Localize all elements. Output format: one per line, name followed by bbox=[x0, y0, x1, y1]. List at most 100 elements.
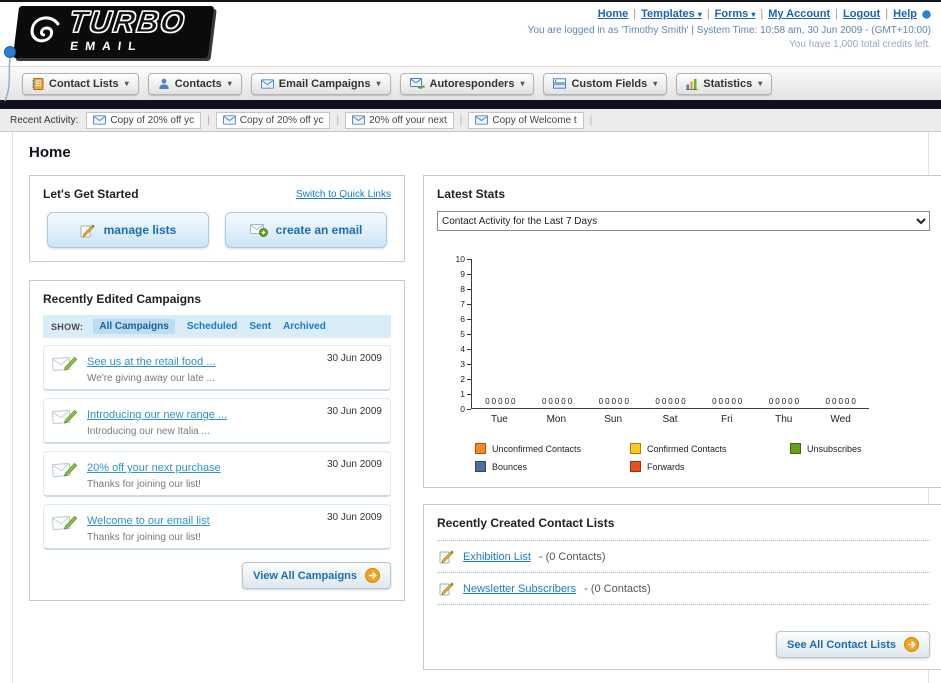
envelope-icon bbox=[260, 78, 274, 89]
logo-subtitle: EMAIL bbox=[69, 38, 144, 53]
chart-value-label: 0 bbox=[491, 397, 497, 406]
chart-value-label: 0 bbox=[548, 397, 553, 406]
chart-category-label: Sun bbox=[604, 414, 623, 425]
nav-tab-email-campaigns[interactable]: Email Campaigns ▾ bbox=[250, 72, 391, 95]
view-all-campaigns-label: View All Campaigns bbox=[253, 569, 357, 582]
chart-category-label: Mon bbox=[546, 414, 567, 425]
logo-text: TURBO EMAIL bbox=[65, 6, 189, 53]
switch-quick-links-link[interactable]: Switch to Quick Links bbox=[296, 189, 391, 200]
chart-group: 00000 bbox=[699, 397, 756, 406]
chart-value-label: 0 bbox=[605, 397, 610, 406]
contact-list-item: Newsletter Subscribers - (0 Contacts) bbox=[437, 573, 930, 605]
chart-value-label: 0 bbox=[681, 397, 686, 406]
nav-tab-label: Custom Fields bbox=[571, 77, 648, 90]
main-nav: Contact Lists ▾ Contacts ▾ Email Campaigns ▾ A… bbox=[0, 66, 941, 100]
legend-swatch bbox=[475, 461, 486, 472]
chart-value-label: 0 bbox=[661, 397, 667, 406]
nav-tab-statistics[interactable]: Statistics ▾ bbox=[676, 72, 773, 95]
campaign-filter-bar: SHOW: All Campaigns Scheduled Sent Archived bbox=[43, 315, 391, 338]
chevron-down-icon: ▾ bbox=[697, 10, 702, 19]
chart-group: 00000 bbox=[642, 397, 699, 406]
button-label: manage lists bbox=[103, 223, 177, 237]
recent-activity-item[interactable]: 20% off your next bbox=[345, 111, 454, 129]
nav-tab-label: Contact Lists bbox=[49, 77, 119, 90]
chart-value-label: 0 bbox=[788, 397, 793, 406]
recent-activity-item-label: 20% off your next bbox=[369, 114, 447, 126]
filter-scheduled[interactable]: Scheduled bbox=[187, 321, 238, 332]
create-an-email-button[interactable]: create an email bbox=[225, 212, 387, 248]
right-column: Latest Stats Contact Activity for the La… bbox=[423, 175, 941, 670]
campaign-list: See us at the retail food ... We're givin… bbox=[43, 345, 391, 550]
legend-item: Unconfirmed Contacts bbox=[475, 443, 630, 454]
contact-list-count: - (0 Contacts) bbox=[538, 550, 606, 563]
chart-value-groups: 00000000000000000000000000000000000 bbox=[472, 397, 869, 406]
nav-tab-custom-fields[interactable]: Custom Fields ▾ bbox=[543, 72, 668, 95]
arrow-circle-icon bbox=[904, 637, 919, 652]
chart-group: 00000 bbox=[756, 397, 813, 406]
chart-group: 00000 bbox=[812, 397, 869, 406]
contact-list-link[interactable]: Newsletter Subscribers bbox=[463, 583, 576, 595]
top-link-my-account[interactable]: My Account bbox=[768, 8, 830, 20]
credits-text: You have 1,000 total credits left. bbox=[789, 39, 931, 50]
filter-all-campaigns[interactable]: All Campaigns bbox=[93, 319, 175, 334]
top-link-forms[interactable]: Forms ▾ bbox=[715, 8, 756, 20]
chart-value-label: 0 bbox=[851, 397, 856, 406]
top-link-templates[interactable]: Templates ▾ bbox=[641, 8, 702, 20]
separator: | bbox=[633, 8, 637, 20]
latest-stats-title: Latest Stats bbox=[437, 187, 506, 201]
manage-lists-button[interactable]: manage lists bbox=[47, 212, 209, 248]
chevron-down-icon: ▾ bbox=[227, 79, 232, 88]
get-started-title: Let's Get Started bbox=[43, 187, 139, 201]
logo-title: TURBO bbox=[67, 6, 189, 40]
envelope-plus-icon bbox=[249, 223, 268, 237]
header-right: Home | Templates ▾ | Forms ▾ | My Account | Logo… bbox=[528, 5, 933, 50]
separator: | bbox=[207, 114, 210, 126]
campaign-filters: All Campaigns Scheduled Sent Archived bbox=[93, 319, 326, 334]
top-link-home[interactable]: Home bbox=[598, 8, 629, 20]
top-link-logout[interactable]: Logout bbox=[843, 8, 880, 20]
pencil-icon bbox=[439, 581, 455, 596]
chart-value-label: 0 bbox=[838, 397, 843, 406]
campaign-item: Introducing our new range ... Introducing… bbox=[43, 398, 391, 444]
chart-value-label: 0 bbox=[567, 397, 573, 406]
envelope-icon bbox=[475, 115, 489, 125]
recent-activity-item[interactable]: Copy of 20% off yc bbox=[86, 111, 202, 129]
stats-period-select[interactable]: Contact Activity for the Last 7 Days bbox=[437, 211, 930, 231]
chart-value-label: 0 bbox=[611, 397, 617, 406]
nav-tab-autoresponders[interactable]: Autoresponders ▾ bbox=[399, 72, 535, 95]
recent-activity-item[interactable]: Copy of 20% off yc bbox=[215, 111, 331, 129]
see-all-contact-lists-button[interactable]: See All Contact Lists bbox=[775, 631, 930, 658]
contact-list-items: Exhibition List - (0 Contacts) Newsletter … bbox=[437, 540, 930, 605]
arrow-circle-icon bbox=[365, 568, 380, 583]
envelope-pencil-icon bbox=[52, 353, 79, 374]
page-title: Home bbox=[29, 144, 71, 161]
contact-lists-title: Recently Created Contact Lists bbox=[437, 516, 615, 530]
chart-value-label: 0 bbox=[598, 397, 604, 406]
nav-tab-contacts[interactable]: Contacts ▾ bbox=[147, 72, 242, 95]
top-link-help[interactable]: Help bbox=[893, 8, 917, 20]
chart-value-label: 0 bbox=[668, 397, 673, 406]
filter-sent[interactable]: Sent bbox=[249, 321, 271, 332]
chart-value-label: 0 bbox=[541, 397, 547, 406]
campaign-title-link[interactable]: 20% off your next purchase bbox=[87, 462, 221, 474]
legend-label: Unsubscribes bbox=[807, 443, 862, 454]
contact-list-item: Exhibition List - (0 Contacts) bbox=[437, 540, 930, 573]
view-all-campaigns-button[interactable]: View All Campaigns bbox=[242, 562, 391, 589]
recent-activity-item-label: Copy of 20% off yc bbox=[239, 114, 324, 126]
campaign-item: See us at the retail food ... We're givin… bbox=[43, 345, 391, 391]
campaign-date: 30 Jun 2009 bbox=[326, 459, 382, 470]
swoosh-icon bbox=[26, 15, 62, 47]
campaign-title-link[interactable]: See us at the retail food ... bbox=[87, 356, 215, 368]
balloon-dot-icon bbox=[2, 46, 18, 102]
nav-tab-contact-lists[interactable]: Contact Lists ▾ bbox=[22, 72, 139, 95]
address-book-icon bbox=[32, 77, 44, 90]
campaign-title-link[interactable]: Welcome to our email list bbox=[87, 515, 210, 527]
recent-activity-item-label: Copy of 20% off yc bbox=[110, 114, 195, 126]
chart-value-label: 0 bbox=[554, 397, 560, 406]
campaign-title-link[interactable]: Introducing our new range ... bbox=[87, 409, 227, 421]
filter-archived[interactable]: Archived bbox=[283, 321, 326, 332]
contact-list-link[interactable]: Exhibition List bbox=[463, 551, 531, 563]
login-status-text: You are logged in as 'Timothy Smith' | S… bbox=[527, 25, 931, 36]
app-logo: TURBO EMAIL bbox=[12, 6, 214, 58]
recent-activity-item[interactable]: Copy of Welcome t bbox=[468, 111, 584, 129]
